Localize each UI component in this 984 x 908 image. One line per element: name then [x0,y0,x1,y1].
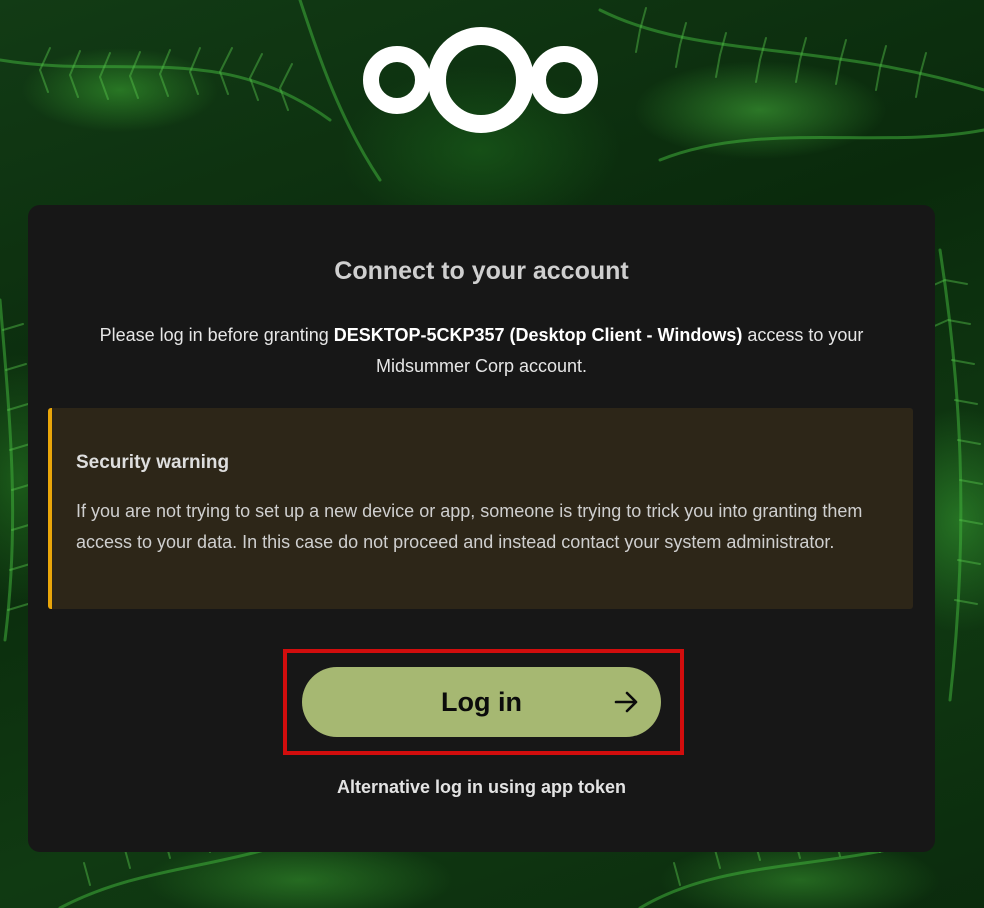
grant-prefix: Please log in before granting [99,325,334,345]
warning-text: If you are not trying to set up a new de… [76,501,863,552]
page-title: Connect to your account [334,257,629,285]
grant-description: Please log in before granting DESKTOP-5C… [68,320,895,382]
arrow-right-icon [614,691,638,713]
warning-title: Security warning [76,452,230,473]
login-button-label: Log in [441,687,522,717]
security-warning-box: Security warning If you are not trying t… [48,408,913,609]
nextcloud-logo-icon [363,27,598,133]
login-button[interactable]: Log in [302,667,661,737]
login-card: Connect to your account Please log in be… [28,205,935,852]
alternative-login-link[interactable]: Alternative log in using app token [28,777,935,798]
client-name: DESKTOP-5CKP357 (Desktop Client - Window… [333,325,743,345]
